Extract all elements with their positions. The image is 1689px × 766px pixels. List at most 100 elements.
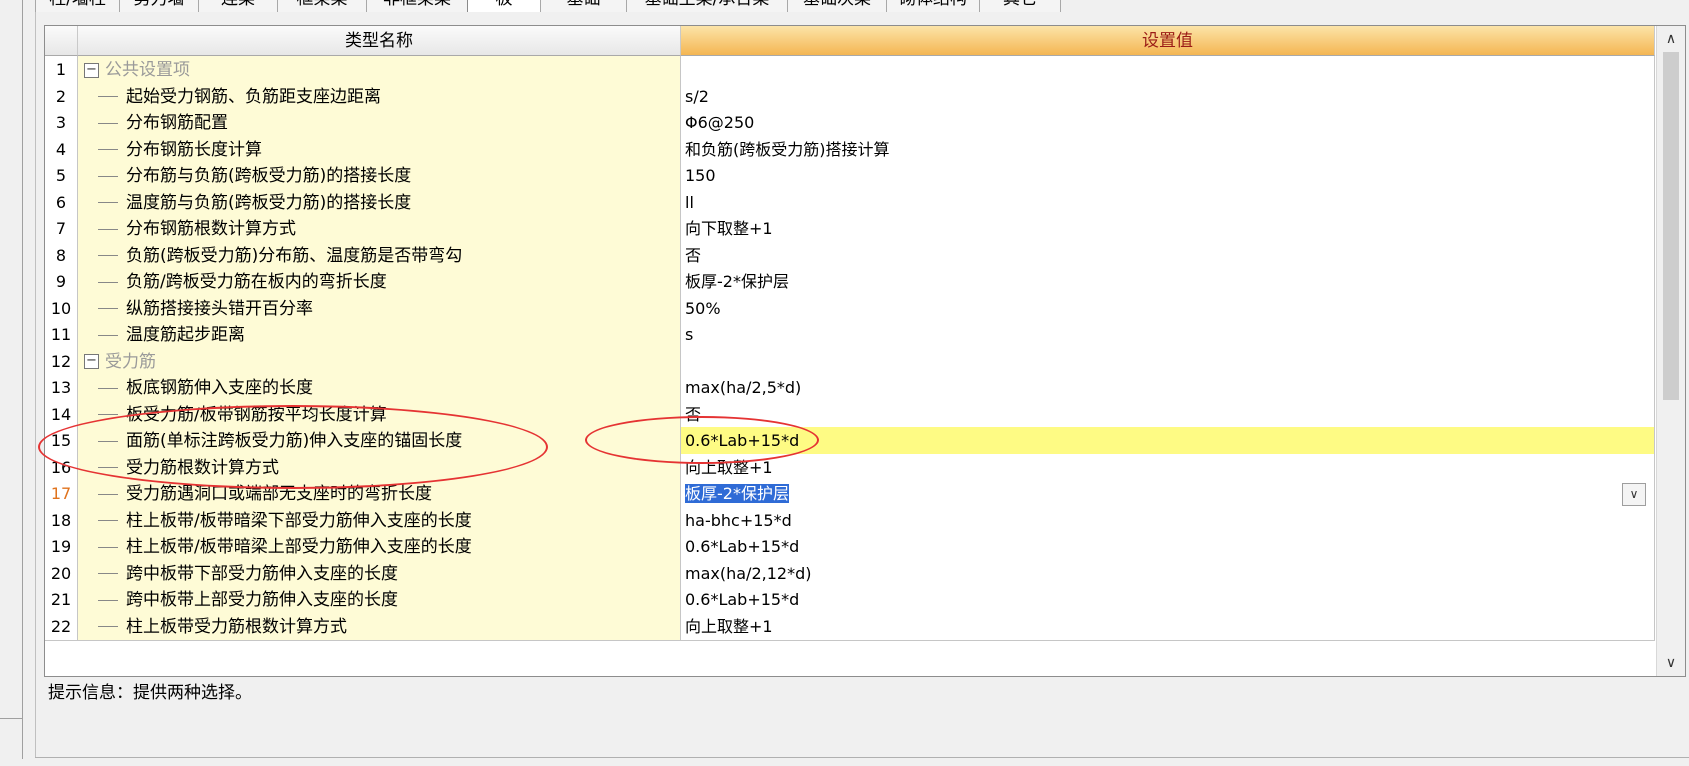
setting-value-cell[interactable]: 否	[681, 241, 1655, 270]
setting-value-cell[interactable]: 向下取整+1	[681, 215, 1655, 244]
type-name-cell[interactable]: 板底钢筋伸入支座的长度	[78, 374, 681, 403]
type-name-cell[interactable]: 温度筋与负筋(跨板受力筋)的搭接长度	[78, 188, 681, 217]
table-row[interactable]: 19 柱上板带/板带暗梁上部受力筋伸入支座的长度 0.6*Lab+15*d	[45, 533, 1655, 562]
type-name-cell[interactable]: 柱上板带受力筋根数计算方式	[78, 612, 681, 641]
table-row[interactable]: 22 柱上板带受力筋根数计算方式 向上取整+1	[45, 612, 1655, 641]
type-name-cell[interactable]: − 公共设置项	[78, 56, 681, 85]
type-name-cell[interactable]: 柱上板带/板带暗梁上部受力筋伸入支座的长度	[78, 533, 681, 562]
setting-value-text: 向上取整+1	[685, 616, 773, 636]
tab-non-frame-beam[interactable]: 非框架梁	[366, 0, 468, 12]
table-row[interactable]: 16 受力筋根数计算方式 向上取整+1	[45, 453, 1655, 482]
setting-value-text: Φ6@250	[685, 113, 755, 132]
tab-coupling-beam[interactable]: 连梁	[198, 0, 278, 12]
scrollbar-thumb[interactable]	[1663, 52, 1679, 400]
tab-foundation[interactable]: 基础	[540, 0, 627, 12]
row-number: 14	[45, 400, 78, 429]
type-name-label: 柱上板带/板带暗梁上部受力筋伸入支座的长度	[126, 537, 472, 557]
table-row[interactable]: 10 纵筋搭接接头错开百分率 50%	[45, 294, 1655, 323]
setting-value-cell[interactable]: ll	[681, 188, 1655, 217]
type-name-cell[interactable]: − 受力筋	[78, 347, 681, 376]
row-number: 10	[45, 294, 78, 323]
type-name-cell[interactable]: 温度筋起步距离	[78, 321, 681, 350]
type-name-cell[interactable]: 板受力筋/板带钢筋按平均长度计算	[78, 400, 681, 429]
tab-column-wall-column[interactable]: 柱/墙柱	[35, 0, 120, 12]
table-row[interactable]: 13 板底钢筋伸入支座的长度 max(ha/2,5*d)	[45, 374, 1655, 403]
type-name-label: 受力筋遇洞口或端部无支座时的弯折长度	[126, 484, 432, 504]
tab-other[interactable]: 其它	[979, 0, 1061, 12]
setting-value-cell[interactable]: max(ha/2,12*d)	[681, 559, 1655, 588]
chevron-down-icon[interactable]: ∨	[1622, 483, 1646, 506]
type-name-label: 起始受力钢筋、负筋距支座边距离	[126, 86, 381, 107]
table-row[interactable]: 18 柱上板带/板带暗梁下部受力筋伸入支座的长度 ha-bhc+15*d	[45, 506, 1655, 535]
setting-value-cell[interactable]: 向上取整+1	[681, 453, 1655, 482]
setting-value-cell[interactable]: 否	[681, 400, 1655, 429]
left-panel-edge	[0, 0, 23, 720]
table-row[interactable]: 14 板受力筋/板带钢筋按平均长度计算 否	[45, 400, 1655, 429]
table-row[interactable]: 7 分布钢筋根数计算方式 向下取整+1	[45, 215, 1655, 244]
table-row[interactable]: 5 分布筋与负筋(跨板受力筋)的搭接长度 150	[45, 162, 1655, 191]
tab-shear-wall[interactable]: 剪力墙	[119, 0, 199, 12]
setting-value-cell[interactable]: max(ha/2,5*d)	[681, 374, 1655, 403]
vertical-scrollbar[interactable]: ∧ ∨	[1656, 26, 1685, 676]
tab-masonry[interactable]: 砌体结构	[886, 0, 980, 12]
tab-slab[interactable]: 板	[467, 0, 541, 12]
type-name-cell[interactable]: 分布钢筋根数计算方式	[78, 215, 681, 244]
type-name-cell[interactable]: 分布钢筋长度计算	[78, 135, 681, 164]
setting-value-cell[interactable]: 板厚-2*保护层 ∨	[681, 480, 1655, 509]
table-row[interactable]: 4 分布钢筋长度计算 和负筋(跨板受力筋)搭接计算	[45, 135, 1655, 164]
header-type-name[interactable]: 类型名称	[78, 26, 681, 56]
setting-value-editor[interactable]: 板厚-2*保护层	[685, 484, 789, 503]
type-name-cell[interactable]: 分布钢筋配置	[78, 109, 681, 138]
setting-value-cell[interactable]: 50%	[681, 294, 1655, 323]
type-name-cell[interactable]: 负筋/跨板受力筋在板内的弯折长度	[78, 268, 681, 297]
table-row[interactable]: 15 面筋(单标注跨板受力筋)伸入支座的锚固长度 0.6*Lab+15*d	[45, 427, 1655, 456]
tab-foundation-secondary-beam[interactable]: 基础次梁	[787, 0, 887, 12]
tab-frame-beam[interactable]: 框架梁	[277, 0, 367, 12]
group-row[interactable]: 12− 受力筋	[45, 347, 1655, 376]
minus-box-icon[interactable]: −	[84, 62, 99, 78]
setting-value-cell[interactable]: 和负筋(跨板受力筋)搭接计算	[681, 135, 1655, 164]
setting-value-cell[interactable]: ha-bhc+15*d	[681, 506, 1655, 535]
type-name-cell[interactable]: 受力筋遇洞口或端部无支座时的弯折长度	[78, 480, 681, 509]
setting-value-text: 150	[685, 166, 716, 185]
tab-foundation-main-beam[interactable]: 基础主梁/承台梁	[626, 0, 788, 12]
header-setting-value[interactable]: 设置值	[681, 26, 1655, 56]
table-row[interactable]: 17 受力筋遇洞口或端部无支座时的弯折长度 板厚-2*保护层 ∨	[45, 480, 1655, 509]
setting-value-cell[interactable]: 板厚-2*保护层	[681, 268, 1655, 297]
type-name-cell[interactable]: 起始受力钢筋、负筋距支座边距离	[78, 82, 681, 111]
table-row[interactable]: 9 负筋/跨板受力筋在板内的弯折长度 板厚-2*保护层	[45, 268, 1655, 297]
panel-border	[35, 0, 36, 758]
table-row[interactable]: 21 跨中板带上部受力筋伸入支座的长度 0.6*Lab+15*d	[45, 586, 1655, 615]
setting-value-cell[interactable]: 0.6*Lab+15*d	[681, 533, 1655, 562]
table-row[interactable]: 3 分布钢筋配置 Φ6@250	[45, 109, 1655, 138]
group-row[interactable]: 1− 公共设置项	[45, 56, 1655, 85]
row-number: 16	[45, 453, 78, 482]
setting-value-cell[interactable]: Φ6@250	[681, 109, 1655, 138]
chevron-down-icon[interactable]: ∨	[1657, 650, 1685, 676]
table-row[interactable]: 11 温度筋起步距离 s	[45, 321, 1655, 350]
table-row[interactable]: 8 负筋(跨板受力筋)分布筋、温度筋是否带弯勾 否	[45, 241, 1655, 270]
minus-box-icon[interactable]: −	[84, 354, 99, 369]
table-row[interactable]: 20 跨中板带下部受力筋伸入支座的长度 max(ha/2,12*d)	[45, 559, 1655, 588]
type-name-cell[interactable]: 纵筋搭接接头错开百分率	[78, 294, 681, 323]
type-name-cell[interactable]: 柱上板带/板带暗梁下部受力筋伸入支座的长度	[78, 506, 681, 535]
type-name-cell[interactable]: 跨中板带下部受力筋伸入支座的长度	[78, 559, 681, 588]
setting-value-cell[interactable]: 150	[681, 162, 1655, 191]
table-row[interactable]: 6 温度筋与负筋(跨板受力筋)的搭接长度 ll	[45, 188, 1655, 217]
setting-value-cell[interactable]: 0.6*Lab+15*d	[681, 586, 1655, 615]
tree-connector	[98, 599, 118, 601]
type-name-cell[interactable]: 面筋(单标注跨板受力筋)伸入支座的锚固长度	[78, 427, 681, 456]
type-name-cell[interactable]: 跨中板带上部受力筋伸入支座的长度	[78, 586, 681, 615]
setting-value-cell[interactable]	[681, 347, 1655, 376]
type-name-cell[interactable]: 受力筋根数计算方式	[78, 453, 681, 482]
type-name-cell[interactable]: 分布筋与负筋(跨板受力筋)的搭接长度	[78, 162, 681, 191]
chevron-up-icon[interactable]: ∧	[1657, 26, 1685, 52]
setting-value-cell[interactable]: 向上取整+1	[681, 612, 1655, 641]
setting-value-cell[interactable]: 0.6*Lab+15*d	[681, 427, 1655, 456]
setting-value-cell[interactable]: s/2	[681, 82, 1655, 111]
type-name-cell[interactable]: 负筋(跨板受力筋)分布筋、温度筋是否带弯勾	[78, 241, 681, 270]
setting-value-cell[interactable]	[681, 56, 1655, 85]
table-row[interactable]: 2 起始受力钢筋、负筋距支座边距离 s/2	[45, 82, 1655, 111]
left-panel-bottom	[0, 718, 23, 759]
setting-value-cell[interactable]: s	[681, 321, 1655, 350]
